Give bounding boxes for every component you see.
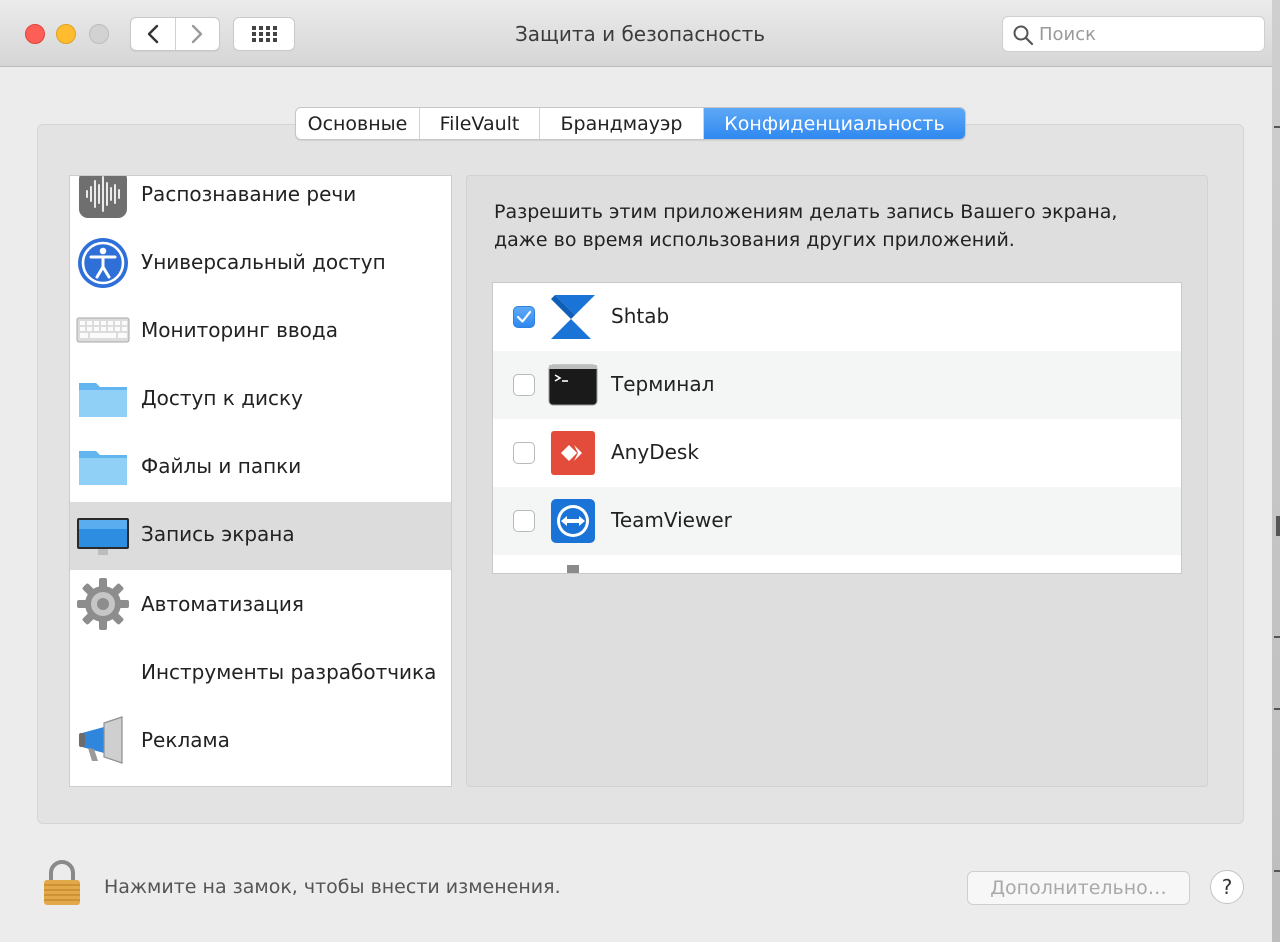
description-line: Разрешить этим приложениям делать запись…	[494, 201, 1118, 223]
sidebar-item-label: Инструменты разработчика	[141, 660, 437, 684]
tab-general[interactable]: Основные	[296, 108, 419, 139]
accessibility-icon	[78, 238, 128, 288]
app-permissions-list[interactable]: Shtab Терминал AnyDesk TeamViewer	[492, 282, 1182, 574]
app-name: AnyDesk	[611, 440, 699, 464]
sidebar-item-label: Файлы и папки	[141, 454, 302, 478]
background-window-edge	[1272, 0, 1280, 942]
folder-icon	[79, 451, 127, 485]
app-name: TeamViewer	[611, 508, 732, 532]
description-line: даже во время использования других прило…	[494, 229, 1015, 251]
app-name: Shtab	[611, 304, 670, 328]
sidebar-item-accessibility[interactable]: Универсальный доступ	[70, 228, 451, 296]
show-all-button[interactable]	[233, 17, 295, 51]
preferences-window: Защита и безопасность Основные FileVault…	[0, 0, 1272, 942]
help-button[interactable]: ?	[1210, 870, 1244, 904]
advanced-button[interactable]: Дополнительно…	[967, 871, 1190, 905]
window-title: Защита и безопасность	[514, 22, 766, 46]
app-permission-checkbox[interactable]	[513, 374, 535, 396]
privacy-categories-list[interactable]: Распознавание речи Универсальный доступ	[69, 175, 452, 787]
terminal-icon	[548, 364, 598, 406]
chevron-left-icon	[147, 24, 158, 44]
partial-app-icon	[567, 565, 579, 573]
sidebar-item-label: Распознавание речи	[141, 182, 357, 206]
search-icon	[1013, 25, 1034, 46]
lock-instruction-text: Нажмите на замок, чтобы внести изменения…	[104, 876, 561, 898]
teamviewer-icon	[551, 499, 595, 543]
sidebar-item-automation[interactable]: Автоматизация	[70, 570, 451, 638]
app-name: Терминал	[611, 372, 715, 396]
sidebar-item-input-monitoring[interactable]: Мониторинг ввода	[70, 296, 451, 364]
sidebar-item-label: Запись экрана	[141, 522, 295, 546]
sidebar-item-screen-recording[interactable]: Запись экрана	[70, 502, 451, 570]
shtab-icon	[551, 295, 595, 339]
forward-button[interactable]	[174, 18, 220, 50]
sidebar-item-advertising[interactable]: Реклама	[70, 706, 451, 774]
app-row-shtab[interactable]: Shtab	[493, 283, 1181, 351]
minimize-window-button[interactable]	[56, 24, 76, 44]
back-button[interactable]	[131, 18, 175, 50]
speech-recognition-icon	[79, 176, 127, 218]
sidebar-item-label: Реклама	[141, 728, 230, 752]
app-permission-checkbox[interactable]	[513, 510, 535, 532]
close-window-button[interactable]	[25, 24, 45, 44]
tab-privacy[interactable]: Конфиденциальность	[703, 108, 965, 139]
folder-icon	[79, 383, 127, 417]
sidebar-item-developer-tools[interactable]: Инструменты разработчика	[70, 638, 451, 706]
sidebar-item-label: Универсальный доступ	[141, 250, 386, 274]
screen-recording-description: Разрешить этим приложениям делать запись…	[494, 198, 1184, 254]
sidebar-item-label: Мониторинг ввода	[141, 318, 338, 342]
navigation-buttons	[130, 17, 220, 51]
grid-icon	[252, 26, 277, 42]
app-permission-checkbox[interactable]	[513, 442, 535, 464]
zoom-window-button[interactable]	[89, 24, 109, 44]
checkmark-icon	[516, 310, 532, 323]
sidebar-item-label: Доступ к диску	[141, 386, 303, 410]
gear-icon	[77, 578, 129, 630]
monitor-icon	[77, 518, 129, 555]
tab-bar: Основные FileVault Брандмауэр Конфиденци…	[295, 107, 966, 140]
lock-icon[interactable]	[42, 860, 82, 906]
sidebar-item-label: Автоматизация	[141, 592, 304, 616]
anydesk-icon	[551, 431, 595, 475]
tab-firewall[interactable]: Брандмауэр	[539, 108, 703, 139]
app-row-anydesk[interactable]: AnyDesk	[493, 419, 1181, 487]
title-bar: Защита и безопасность	[0, 0, 1272, 67]
app-row-terminal[interactable]: Терминал	[493, 351, 1181, 419]
sidebar-item-full-disk-access[interactable]: Доступ к диску	[70, 364, 451, 432]
search-field[interactable]	[1002, 16, 1265, 52]
app-row-teamviewer[interactable]: TeamViewer	[493, 487, 1181, 555]
sidebar-item-files-and-folders[interactable]: Файлы и папки	[70, 432, 451, 500]
keyboard-icon	[76, 317, 130, 343]
search-input[interactable]	[1039, 17, 1254, 51]
tab-filevault[interactable]: FileVault	[419, 108, 539, 139]
megaphone-icon	[79, 716, 123, 764]
chevron-right-icon	[192, 24, 203, 44]
app-permission-checkbox[interactable]	[513, 306, 535, 328]
sidebar-item-speech-recognition[interactable]: Распознавание речи	[70, 176, 451, 228]
